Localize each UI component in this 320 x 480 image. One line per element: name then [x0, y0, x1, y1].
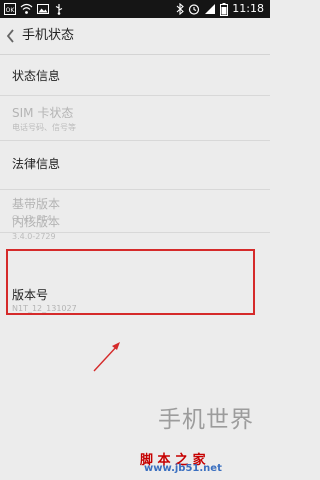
app-header: 手机状态	[0, 18, 270, 55]
status-bar: OK 11:18	[0, 0, 270, 18]
list-item-title: 内核版本	[12, 215, 61, 229]
watermark-url: www.jb51.net	[144, 463, 222, 474]
signal-icon	[205, 4, 216, 14]
list-item-subtitle: 3.4.0-2729	[12, 232, 56, 241]
svg-text:OK: OK	[6, 7, 16, 14]
list-item-title: 状态信息	[12, 69, 61, 83]
ok-box-icon: OK	[4, 3, 16, 15]
status-time: 11:18	[232, 2, 264, 15]
list-item-kernel-version-content: 内核版本 3.4.0-2729	[0, 205, 270, 245]
list-item-legal-info[interactable]: 法律信息	[0, 141, 270, 189]
highlight-box	[6, 249, 255, 315]
list-item-title: 法律信息	[12, 157, 61, 171]
page-title: 手机状态	[22, 28, 75, 43]
usb-icon	[55, 4, 63, 15]
list-item-subtitle: 电话号码、信号等	[12, 123, 76, 132]
alarm-icon	[189, 4, 200, 15]
battery-icon	[220, 2, 229, 16]
watermark-logo: 手机世界	[158, 407, 254, 433]
wifi-icon	[20, 3, 33, 14]
bluetooth-icon	[176, 3, 185, 15]
status-icons-left: OK	[4, 3, 65, 15]
list-item-status-info[interactable]: 状态信息	[0, 55, 270, 95]
image-icon	[37, 4, 49, 14]
annotation-arrow-icon	[93, 342, 120, 372]
list-item-title: SIM 卡状态	[12, 106, 74, 120]
back-arrow-icon[interactable]	[5, 28, 15, 44]
status-icons-right: 11:18	[176, 2, 264, 16]
list-item-sim-status: SIM 卡状态 电话号码、信号等	[0, 96, 270, 140]
